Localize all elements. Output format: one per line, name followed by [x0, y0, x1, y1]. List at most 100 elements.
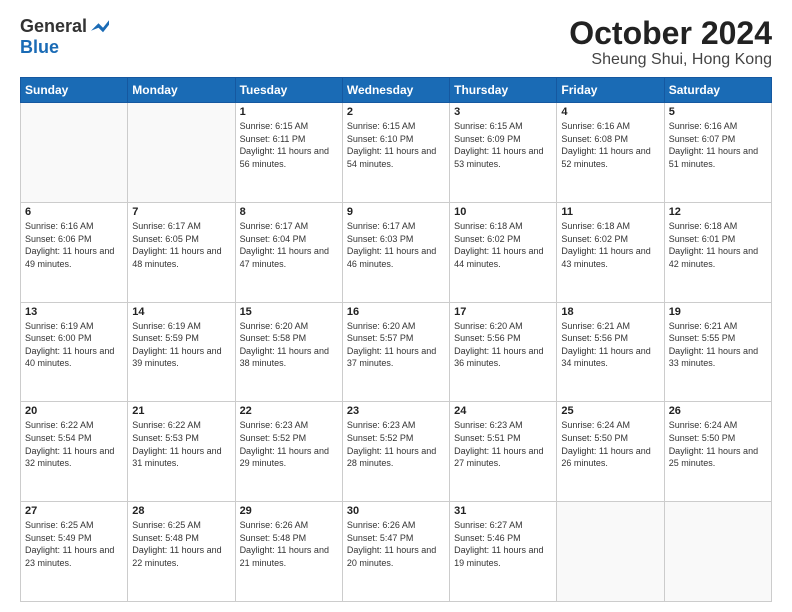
calendar-cell: 11 Sunrise: 6:18 AM Sunset: 6:02 PM Dayli…: [557, 202, 664, 302]
calendar-week-row: 27Sunrise: 6:25 AM Sunset: 5:49 PM Dayli…: [21, 502, 772, 602]
calendar-cell: 7 Sunrise: 6:17 AM Sunset: 6:05 PM Daylig…: [128, 202, 235, 302]
calendar-cell: 1 Sunrise: 6:15 AM Sunset: 6:11 PM Daylig…: [235, 103, 342, 203]
day-number: 7: [132, 206, 230, 218]
calendar-header-sunday: Sunday: [21, 78, 128, 103]
calendar-table: SundayMondayTuesdayWednesdayThursdayFrid…: [20, 77, 772, 602]
day-number: 8: [240, 206, 338, 218]
day-info: Sunrise: 6:18 AM Sunset: 6:01 PM Dayligh…: [669, 220, 767, 270]
day-info: Sunrise: 6:22 AM Sunset: 5:53 PM Dayligh…: [132, 419, 230, 469]
calendar-cell: 15 Sunrise: 6:20 AM Sunset: 5:58 PM Dayli…: [235, 302, 342, 402]
day-number: 31: [454, 505, 552, 517]
day-info: Sunrise: 6:21 AM Sunset: 5:55 PM Dayligh…: [669, 320, 767, 370]
day-number: 30: [347, 505, 445, 517]
day-info: Sunrise: 6:27 AM Sunset: 5:46 PM Dayligh…: [454, 519, 552, 569]
calendar-cell: 5 Sunrise: 6:16 AM Sunset: 6:07 PM Daylig…: [664, 103, 771, 203]
day-info: Sunrise: 6:18 AM Sunset: 6:02 PM Dayligh…: [454, 220, 552, 270]
calendar-cell: 17Sunrise: 6:20 AM Sunset: 5:56 PM Dayli…: [450, 302, 557, 402]
calendar-cell: 8 Sunrise: 6:17 AM Sunset: 6:04 PM Daylig…: [235, 202, 342, 302]
calendar-cell: 31 Sunrise: 6:27 AM Sunset: 5:46 PM Dayli…: [450, 502, 557, 602]
calendar-cell: 29 Sunrise: 6:26 AM Sunset: 5:48 PM Dayli…: [235, 502, 342, 602]
calendar-cell: 13 Sunrise: 6:19 AM Sunset: 6:00 PM Dayli…: [21, 302, 128, 402]
calendar-week-row: 6 Sunrise: 6:16 AM Sunset: 6:06 PM Daylig…: [21, 202, 772, 302]
day-number: 2: [347, 106, 445, 118]
day-info: Sunrise: 6:19 AM Sunset: 6:00 PM Dayligh…: [25, 320, 123, 370]
logo-bird-icon: [91, 18, 109, 36]
day-number: 6: [25, 206, 123, 218]
day-info: Sunrise: 6:23 AM Sunset: 5:52 PM Dayligh…: [347, 419, 445, 469]
day-number: 26: [669, 405, 767, 417]
day-info: Sunrise: 6:16 AM Sunset: 6:08 PM Dayligh…: [561, 120, 659, 170]
day-info: Sunrise: 6:16 AM Sunset: 6:07 PM Dayligh…: [669, 120, 767, 170]
calendar-cell: 9Sunrise: 6:17 AM Sunset: 6:03 PM Daylig…: [342, 202, 449, 302]
logo: General Blue: [20, 16, 109, 58]
logo-general-text: General: [20, 16, 87, 37]
day-number: 27: [25, 505, 123, 517]
day-info: Sunrise: 6:26 AM Sunset: 5:48 PM Dayligh…: [240, 519, 338, 569]
title-section: October 2024 Sheung Shui, Hong Kong: [569, 16, 772, 69]
day-info: Sunrise: 6:21 AM Sunset: 5:56 PM Dayligh…: [561, 320, 659, 370]
calendar-week-row: 20Sunrise: 6:22 AM Sunset: 5:54 PM Dayli…: [21, 402, 772, 502]
day-number: 11: [561, 206, 659, 218]
day-number: 12: [669, 206, 767, 218]
calendar-header-saturday: Saturday: [664, 78, 771, 103]
calendar-cell: 2Sunrise: 6:15 AM Sunset: 6:10 PM Daylig…: [342, 103, 449, 203]
day-info: Sunrise: 6:18 AM Sunset: 6:02 PM Dayligh…: [561, 220, 659, 270]
day-number: 29: [240, 505, 338, 517]
day-number: 14: [132, 306, 230, 318]
calendar-header-row: SundayMondayTuesdayWednesdayThursdayFrid…: [21, 78, 772, 103]
calendar-cell: 27Sunrise: 6:25 AM Sunset: 5:49 PM Dayli…: [21, 502, 128, 602]
calendar-cell: 23 Sunrise: 6:23 AM Sunset: 5:52 PM Dayli…: [342, 402, 449, 502]
calendar-cell: 12 Sunrise: 6:18 AM Sunset: 6:01 PM Dayli…: [664, 202, 771, 302]
day-info: Sunrise: 6:16 AM Sunset: 6:06 PM Dayligh…: [25, 220, 123, 270]
day-number: 18: [561, 306, 659, 318]
day-number: 25: [561, 405, 659, 417]
day-info: Sunrise: 6:17 AM Sunset: 6:03 PM Dayligh…: [347, 220, 445, 270]
day-number: 22: [240, 405, 338, 417]
calendar-cell: 18 Sunrise: 6:21 AM Sunset: 5:56 PM Dayli…: [557, 302, 664, 402]
day-number: 23: [347, 405, 445, 417]
day-info: Sunrise: 6:15 AM Sunset: 6:11 PM Dayligh…: [240, 120, 338, 170]
location: Sheung Shui, Hong Kong: [569, 51, 772, 69]
calendar-cell: [557, 502, 664, 602]
day-number: 16: [347, 306, 445, 318]
day-number: 1: [240, 106, 338, 118]
calendar-cell: [664, 502, 771, 602]
day-info: Sunrise: 6:23 AM Sunset: 5:52 PM Dayligh…: [240, 419, 338, 469]
calendar-cell: 22 Sunrise: 6:23 AM Sunset: 5:52 PM Dayli…: [235, 402, 342, 502]
day-number: 10: [454, 206, 552, 218]
day-info: Sunrise: 6:26 AM Sunset: 5:47 PM Dayligh…: [347, 519, 445, 569]
calendar-header-friday: Friday: [557, 78, 664, 103]
day-info: Sunrise: 6:17 AM Sunset: 6:04 PM Dayligh…: [240, 220, 338, 270]
logo-blue-text: Blue: [20, 37, 59, 58]
day-info: Sunrise: 6:23 AM Sunset: 5:51 PM Dayligh…: [454, 419, 552, 469]
calendar-cell: 28 Sunrise: 6:25 AM Sunset: 5:48 PM Dayli…: [128, 502, 235, 602]
day-number: 3: [454, 106, 552, 118]
day-info: Sunrise: 6:17 AM Sunset: 6:05 PM Dayligh…: [132, 220, 230, 270]
calendar-header-monday: Monday: [128, 78, 235, 103]
calendar-cell: [128, 103, 235, 203]
day-number: 13: [25, 306, 123, 318]
day-info: Sunrise: 6:19 AM Sunset: 5:59 PM Dayligh…: [132, 320, 230, 370]
day-info: Sunrise: 6:24 AM Sunset: 5:50 PM Dayligh…: [561, 419, 659, 469]
day-number: 24: [454, 405, 552, 417]
day-info: Sunrise: 6:24 AM Sunset: 5:50 PM Dayligh…: [669, 419, 767, 469]
calendar-cell: 26 Sunrise: 6:24 AM Sunset: 5:50 PM Dayli…: [664, 402, 771, 502]
day-number: 15: [240, 306, 338, 318]
day-number: 5: [669, 106, 767, 118]
calendar-cell: 30 Sunrise: 6:26 AM Sunset: 5:47 PM Dayli…: [342, 502, 449, 602]
day-number: 4: [561, 106, 659, 118]
calendar-header-tuesday: Tuesday: [235, 78, 342, 103]
calendar-header-thursday: Thursday: [450, 78, 557, 103]
calendar-cell: 25 Sunrise: 6:24 AM Sunset: 5:50 PM Dayli…: [557, 402, 664, 502]
day-info: Sunrise: 6:20 AM Sunset: 5:57 PM Dayligh…: [347, 320, 445, 370]
day-number: 28: [132, 505, 230, 517]
day-info: Sunrise: 6:25 AM Sunset: 5:48 PM Dayligh…: [132, 519, 230, 569]
header: General Blue October 2024 Sheung Shui, H…: [20, 16, 772, 69]
day-info: Sunrise: 6:20 AM Sunset: 5:58 PM Dayligh…: [240, 320, 338, 370]
calendar-cell: 21Sunrise: 6:22 AM Sunset: 5:53 PM Dayli…: [128, 402, 235, 502]
day-info: Sunrise: 6:22 AM Sunset: 5:54 PM Dayligh…: [25, 419, 123, 469]
calendar-cell: 3Sunrise: 6:15 AM Sunset: 6:09 PM Daylig…: [450, 103, 557, 203]
calendar-cell: 16 Sunrise: 6:20 AM Sunset: 5:57 PM Dayli…: [342, 302, 449, 402]
calendar-cell: 20Sunrise: 6:22 AM Sunset: 5:54 PM Dayli…: [21, 402, 128, 502]
calendar-week-row: 1 Sunrise: 6:15 AM Sunset: 6:11 PM Daylig…: [21, 103, 772, 203]
